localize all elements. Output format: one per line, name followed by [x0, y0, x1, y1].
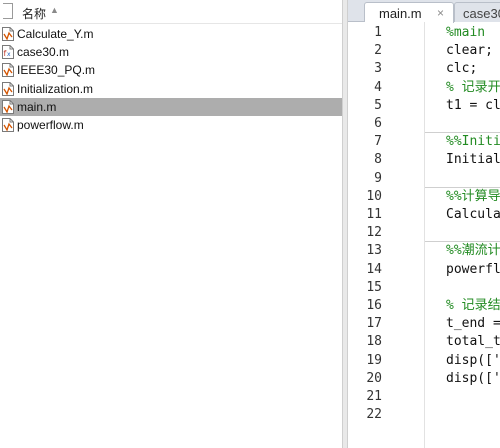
file-browser-panel: 名称 ▲ Calculate_Y.m f x case30.m IEEE30_PQ.m I…: [0, 0, 342, 448]
line-number: 17: [366, 316, 382, 332]
comment-line[interactable]: %%潮流计: [446, 242, 500, 260]
code-line[interactable]: t1 = cl: [446, 97, 500, 115]
code-line[interactable]: total_t: [446, 333, 500, 351]
matlab-script-icon: [2, 27, 14, 41]
line-number: 8: [374, 152, 382, 168]
line-number: 20: [366, 370, 382, 386]
comment-line[interactable]: %%计算导: [446, 188, 500, 206]
code-line[interactable]: Calcula: [446, 206, 500, 224]
comment-line[interactable]: % 记录开: [446, 79, 500, 97]
line-number: 6: [374, 116, 382, 131]
line-number: 11: [366, 207, 382, 222]
line-number: 22: [366, 407, 382, 423]
file-name: main.m: [17, 99, 57, 114]
matlab-script-icon: [2, 118, 14, 132]
header-column-handle[interactable]: [3, 3, 13, 19]
file-name: case30.m: [17, 45, 70, 60]
tab-main-m[interactable]: main.m ×: [364, 2, 454, 23]
close-icon[interactable]: ×: [437, 6, 444, 20]
line-number: 5: [374, 97, 382, 113]
comment-line[interactable]: %%Initi: [446, 133, 500, 151]
file-row[interactable]: IEEE30_PQ.m: [0, 61, 342, 79]
file-name: IEEE30_PQ.m: [17, 63, 96, 78]
code-line[interactable]: Initial: [446, 151, 500, 169]
code-line[interactable]: disp([': [446, 370, 500, 388]
comment-line[interactable]: % 记录结: [446, 297, 500, 315]
line-number: 14: [366, 261, 382, 277]
file-row[interactable]: Calculate_Y.m: [0, 25, 342, 43]
file-row[interactable]: Initialization.m: [0, 80, 342, 98]
line-number: 4: [374, 79, 382, 95]
line-number: 10: [366, 188, 382, 204]
file-name: Calculate_Y.m: [17, 27, 94, 41]
tab-label: case30: [463, 6, 500, 21]
line-number: 21: [366, 389, 382, 404]
code-editor: main.m × case30 1 %main 2 clear; 3 clc; 4 % 记录开…: [348, 0, 500, 448]
matlab-script-icon: [2, 81, 14, 96]
file-name: Initialization.m: [17, 81, 94, 96]
svg-text:x: x: [7, 51, 11, 58]
file-row[interactable]: f x case30.m: [0, 43, 342, 61]
code-line[interactable]: powerfl: [446, 261, 500, 279]
matlab-function-icon: fx: [2, 45, 14, 60]
line-number: 19: [366, 352, 382, 368]
editor-tab-strip: main.m × case30: [348, 0, 500, 23]
file-row[interactable]: main.m: [0, 97, 342, 116]
line-number: 3: [374, 61, 382, 77]
line-number: 2: [374, 43, 382, 59]
line-number: 16: [366, 298, 382, 313]
name-column-header[interactable]: 名称: [22, 5, 46, 22]
line-number: 18: [366, 334, 382, 350]
code-line[interactable]: clear;: [446, 42, 493, 60]
code-line[interactable]: clc;: [446, 60, 477, 78]
line-number: 13: [366, 243, 382, 259]
file-name: powerflow.m: [17, 118, 84, 132]
line-number: 15: [366, 279, 382, 295]
line-number: 12: [366, 225, 382, 241]
code-line[interactable]: disp([': [446, 352, 500, 370]
line-number: 1: [374, 25, 382, 40]
header-divider: [0, 23, 342, 24]
code-line[interactable]: t_end =: [446, 315, 500, 333]
matlab-script-icon: [2, 99, 14, 114]
sort-ascending-icon: ▲: [50, 5, 59, 15]
tab-case30[interactable]: case30: [454, 2, 500, 22]
tab-label: main.m: [379, 6, 422, 21]
line-number: 7: [374, 134, 382, 150]
file-row[interactable]: powerflow.m: [0, 116, 342, 134]
comment-line[interactable]: %main: [446, 24, 485, 42]
line-number: 9: [374, 170, 382, 186]
file-list-header[interactable]: 名称 ▲: [0, 0, 342, 24]
matlab-script-icon: [2, 63, 14, 78]
